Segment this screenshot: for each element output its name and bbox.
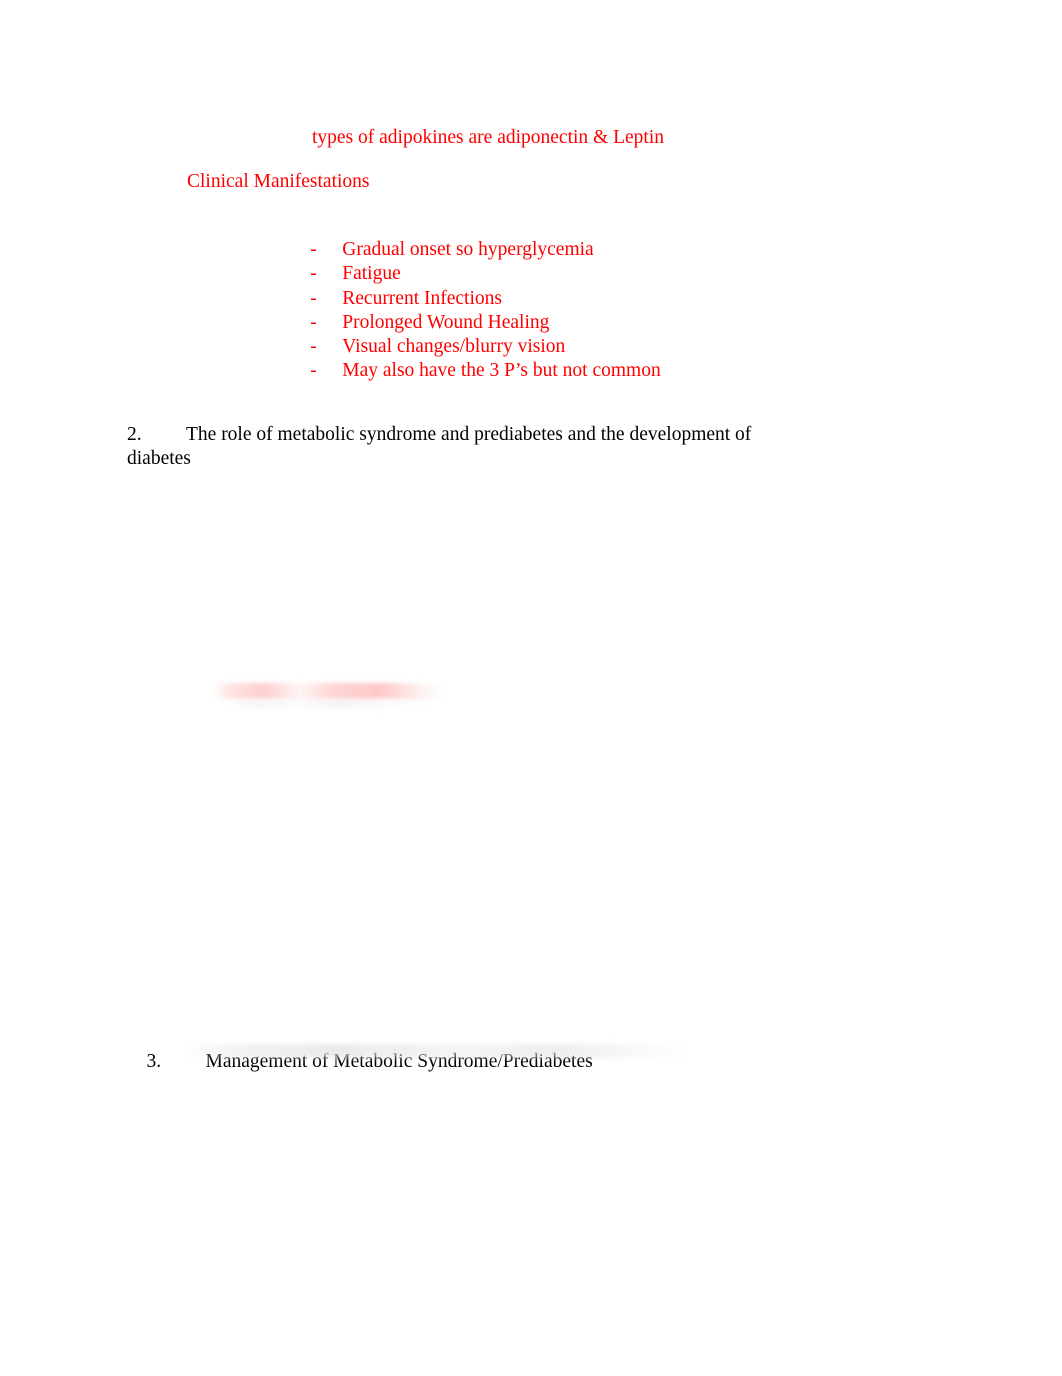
adipokines-note-line: types of adipokines are adiponectin & Le… [312, 127, 664, 148]
numbered-item-2: 2. The role of metabolic syndrome and pre… [127, 423, 817, 470]
bullet-dash-icon: - [310, 311, 317, 333]
list-item-label: May also have the 3 P’s but not common [342, 360, 661, 382]
numbered-item-3: 3. Management of Metabolic Syndrome/Predi… [127, 1026, 887, 1097]
numbered-item-2-text: The role of metabolic syndrome and predi… [127, 424, 752, 469]
bullet-dash-icon: - [310, 263, 317, 285]
list-item-label: Fatigue [342, 263, 401, 285]
faded-text-artifact-secondary [228, 699, 428, 708]
list-item-label: Gradual onset so hyperglycemia [342, 239, 594, 261]
list-item-label: Visual changes/blurry vision [342, 335, 566, 357]
bullet-dash-icon: - [310, 335, 317, 357]
numbered-item-2-number: 2. [127, 424, 142, 445]
document-page: types of adipokines are adiponectin & Le… [0, 0, 1062, 1376]
bullet-dash-icon: - [310, 287, 317, 309]
faded-text-artifact [212, 683, 444, 699]
list-item-label: Prolonged Wound Healing [342, 311, 550, 333]
clinical-manifestations-heading: Clinical Manifestations [187, 171, 370, 192]
bullet-dash-icon: - [310, 360, 317, 382]
numbered-item-3-number: 3. [146, 1050, 162, 1072]
numbered-item-3-text: Management of Metabolic Syndrome/Prediab… [205, 1050, 593, 1072]
bullet-dash-icon: - [310, 239, 317, 261]
list-item: - Gradual onset so hyperglycemia [281, 214, 881, 260]
clinical-manifestations-list: - Gradual onset so hyperglycemia - Fatigue… [281, 214, 881, 381]
list-item-label: Recurrent Infections [342, 287, 502, 309]
